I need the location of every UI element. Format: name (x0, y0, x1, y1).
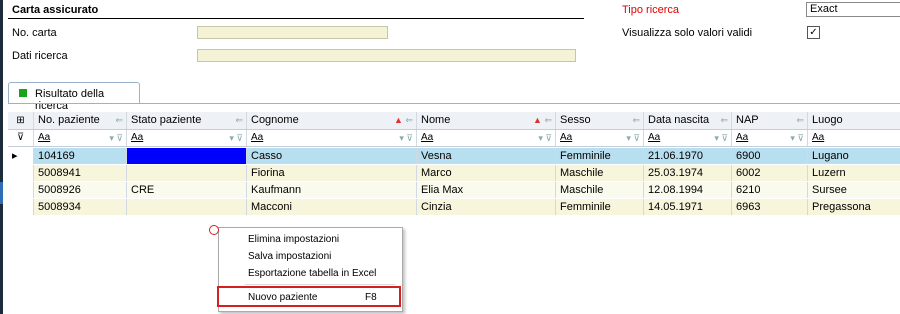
filter-no-paziente[interactable]: Aa ▾ ⊽ (34, 130, 127, 146)
filter-row: ⊽ Aa ▾ ⊽ Aa ▾ ⊽ Aa ▾ ⊽ Aa ▾ ⊽ Aa ▾ ⊽ Aa ▾ ⊽ Aa… (8, 130, 900, 147)
grid-header: ⊞ No. paziente ⇐ Stato paziente ⇐ Cognome ▲… (8, 112, 900, 130)
grid-settings-icon[interactable]: ⊞ (8, 112, 34, 129)
cell-no-paziente[interactable]: 5008934 (34, 199, 127, 215)
filter-nome[interactable]: Aa ▾ ⊽ (417, 130, 556, 146)
valid-only-label: Visualizza solo valori validi (622, 27, 753, 39)
column-header-nap[interactable]: NAP ⇐ (732, 112, 808, 129)
highlight-box (217, 286, 401, 307)
card-number-label: No. carta (12, 27, 57, 39)
section-divider (8, 18, 584, 19)
table-row[interactable]: ▸ 104169 Casso Vesna Femminile 21.06.197… (8, 148, 900, 164)
cell-no-paziente[interactable]: 5008926 (34, 182, 127, 198)
column-header-no-paziente[interactable]: No. paziente ⇐ (34, 112, 127, 129)
cell-nap[interactable]: 6210 (732, 182, 808, 198)
filter-sesso[interactable]: Aa ▾ ⊽ (556, 130, 644, 146)
card-number-input[interactable] (197, 26, 388, 39)
left-edge-marker (0, 182, 3, 204)
filter-icon[interactable]: ⊽ (8, 130, 34, 146)
menu-separator (245, 284, 395, 285)
cell-cognome[interactable]: Casso (247, 148, 417, 164)
tab-baseline (8, 103, 900, 104)
cell-nome[interactable]: Vesna (417, 148, 556, 164)
column-header-luogo[interactable]: Luogo (808, 112, 900, 129)
filter-luogo[interactable]: Aa (808, 130, 900, 146)
row-selector[interactable] (8, 182, 34, 198)
cell-data-nascita[interactable]: 12.08.1994 (644, 182, 732, 198)
annotation-circle-icon (209, 225, 219, 235)
cell-nap[interactable]: 6963 (732, 199, 808, 215)
row-selector[interactable] (8, 199, 34, 215)
valid-only-checkbox[interactable]: ✓ (807, 26, 820, 39)
row-pointer-icon: ▸ (8, 148, 34, 164)
cell-nap[interactable]: 6900 (732, 148, 808, 164)
filter-stato[interactable]: Aa ▾ ⊽ (127, 130, 247, 146)
cell-stato[interactable]: CRE (127, 182, 247, 198)
cell-sesso[interactable]: Maschile (556, 165, 644, 181)
cell-cognome[interactable]: Kaufmann (247, 182, 417, 198)
table-row[interactable]: 5008941 Fiorina Marco Maschile 25.03.197… (8, 165, 900, 181)
search-type-label: Tipo ricerca (622, 4, 680, 16)
cell-nap[interactable]: 6002 (732, 165, 808, 181)
cell-cognome[interactable]: Fiorina (247, 165, 417, 181)
cell-no-paziente[interactable]: 104169 (34, 148, 127, 164)
filter-nap[interactable]: Aa ▾ ⊽ (732, 130, 808, 146)
cell-cognome[interactable]: Macconi (247, 199, 417, 215)
column-header-data-nascita[interactable]: Data nascita ⇐ (644, 112, 732, 129)
left-edge-bar (0, 0, 3, 314)
column-header-stato[interactable]: Stato paziente ⇐ (127, 112, 247, 129)
green-square-icon (19, 89, 27, 97)
cell-luogo[interactable]: Lugano (808, 148, 900, 164)
cell-sesso[interactable]: Femminile (556, 148, 644, 164)
column-header-sesso[interactable]: Sesso ⇐ (556, 112, 644, 129)
search-data-label: Dati ricerca (12, 50, 68, 62)
cell-sesso[interactable]: Maschile (556, 182, 644, 198)
column-header-cognome[interactable]: Cognome ▲ ⇐ (247, 112, 417, 129)
column-header-nome[interactable]: Nome ▲ ⇐ (417, 112, 556, 129)
filter-data-nascita[interactable]: Aa ▾ ⊽ (644, 130, 732, 146)
cell-stato[interactable] (127, 199, 247, 215)
filter-cognome[interactable]: Aa ▾ ⊽ (247, 130, 417, 146)
cell-data-nascita[interactable]: 21.06.1970 (644, 148, 732, 164)
row-selector[interactable] (8, 165, 34, 181)
cell-luogo[interactable]: Luzern (808, 165, 900, 181)
menu-item-export-excel[interactable]: Esportazione tabella in Excel (248, 268, 376, 279)
table-row[interactable]: 5008926 CRE Kaufmann Elia Max Maschile 1… (8, 182, 900, 198)
section-title: Carta assicurato (12, 4, 99, 16)
cell-nome[interactable]: Cinzia (417, 199, 556, 215)
menu-item-delete-settings[interactable]: Elimina impostazioni (248, 234, 339, 245)
cell-sesso[interactable]: Femminile (556, 199, 644, 215)
table-row[interactable]: 5008934 Macconi Cinzia Femminile 14.05.1… (8, 199, 900, 215)
cell-luogo[interactable]: Sursee (808, 182, 900, 198)
search-data-input[interactable] (197, 49, 576, 62)
cell-data-nascita[interactable]: 14.05.1971 (644, 199, 732, 215)
cell-no-paziente[interactable]: 5008941 (34, 165, 127, 181)
cell-stato[interactable] (127, 148, 247, 164)
cell-nome[interactable]: Marco (417, 165, 556, 181)
cell-luogo[interactable]: Pregassona (808, 199, 900, 215)
tab-label: Risultato della ricerca (35, 88, 105, 112)
menu-item-save-settings[interactable]: Salva impostazioni (248, 251, 331, 262)
cell-nome[interactable]: Elia Max (417, 182, 556, 198)
search-type-select[interactable]: Exact (806, 2, 900, 17)
cell-data-nascita[interactable]: 25.03.1974 (644, 165, 732, 181)
tab-search-result[interactable]: Risultato della ricerca (8, 82, 140, 112)
cell-stato[interactable] (127, 165, 247, 181)
